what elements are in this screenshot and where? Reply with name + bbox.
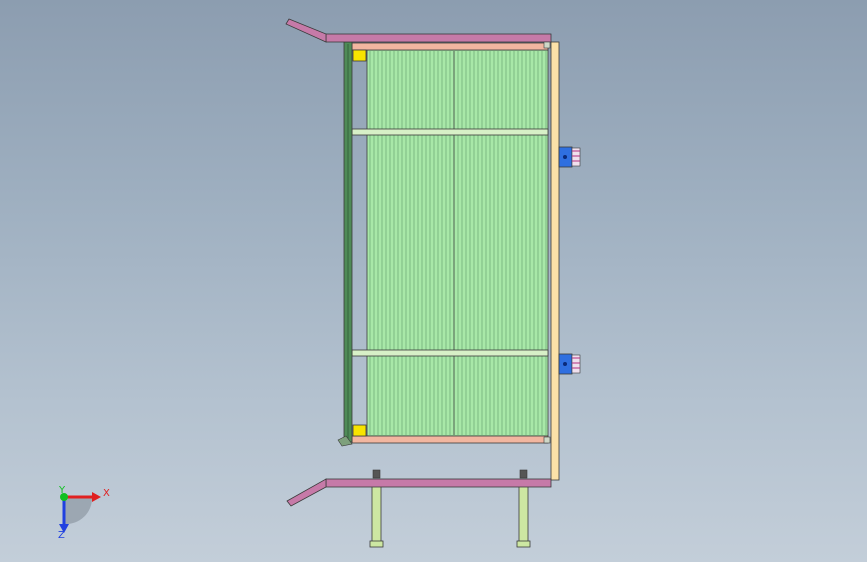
bracket-hole bbox=[563, 362, 567, 366]
cross-bar bbox=[351, 128, 549, 136]
cad-viewport[interactable]: X Y Z bbox=[0, 0, 867, 562]
bracket-hole bbox=[563, 155, 567, 159]
side-panel bbox=[550, 41, 560, 481]
bottom-edge-plate bbox=[351, 435, 549, 444]
bottom-frame-bar bbox=[325, 478, 552, 488]
corner-clip bbox=[352, 424, 367, 437]
leg-adjuster bbox=[519, 469, 528, 479]
corner-detail bbox=[543, 41, 551, 49]
leg-adjuster bbox=[372, 469, 381, 479]
z-axis-label: Z bbox=[58, 530, 65, 541]
cross-bar bbox=[351, 349, 549, 357]
corner-clip bbox=[352, 49, 367, 62]
conveyor-model[interactable] bbox=[0, 0, 867, 562]
corner-detail bbox=[543, 436, 551, 444]
leg-foot bbox=[516, 540, 531, 548]
leg-foot bbox=[369, 540, 384, 548]
support-leg bbox=[371, 485, 382, 543]
support-leg bbox=[518, 485, 529, 543]
x-axis-label: X bbox=[103, 488, 110, 499]
top-edge-plate bbox=[351, 42, 549, 51]
top-angled-guide bbox=[285, 18, 327, 43]
y-axis-label: Y bbox=[59, 485, 66, 496]
bottom-angled-guide bbox=[286, 478, 327, 507]
top-frame-bar bbox=[325, 33, 552, 43]
